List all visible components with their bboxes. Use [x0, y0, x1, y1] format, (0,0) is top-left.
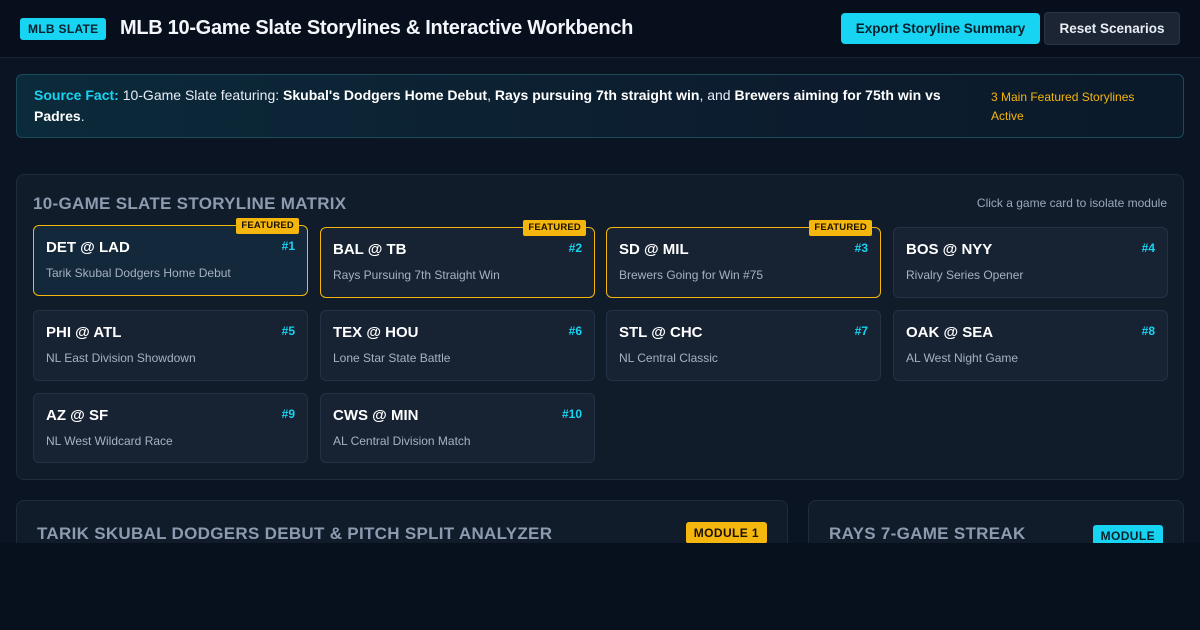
- game-storyline: Rays Pursuing 7th Straight Win: [333, 268, 500, 282]
- game-rank: #8: [1141, 324, 1155, 338]
- viewport: MLB SLATE MLB 10-Game Slate Storylines &…: [0, 0, 1200, 543]
- featured-tag: FEATURED: [809, 220, 872, 236]
- game-rank: #3: [854, 241, 868, 255]
- game-matchup: AZ @ SF: [46, 407, 109, 424]
- game-storyline: Brewers Going for Win #75: [619, 268, 764, 282]
- app-title: MLB 10-Game Slate Storylines & Interacti…: [120, 17, 634, 39]
- game-rank: #10: [561, 407, 582, 421]
- fact-separator: ,: [487, 87, 495, 103]
- source-fact-banner: Source Fact: 10-Game Slate featuring: Sk…: [16, 74, 1184, 138]
- game-storyline: Tarik Skubal Dodgers Home Debut: [46, 266, 231, 280]
- storyline-matrix-panel: 10-GAME SLATE STORYLINE MATRIX Click a g…: [16, 174, 1184, 480]
- matrix-title: 10-GAME SLATE STORYLINE MATRIX: [33, 194, 347, 213]
- matrix-hint: Click a game card to isolate module: [976, 196, 1167, 210]
- brand-badge: MLB SLATE: [20, 18, 107, 40]
- game-rank: #6: [568, 324, 582, 338]
- skubal-module-panel: TARIK SKUBAL DODGERS DEBUT & PITCH SPLIT…: [16, 500, 788, 543]
- game-card[interactable]: AZ @ SF #9 NL West Wildcard Race: [33, 393, 308, 463]
- storyline-skubal: Skubal's Dodgers Home Debut: [283, 87, 488, 103]
- game-matchup: OAK @ SEA: [906, 324, 994, 341]
- game-storyline: NL Central Classic: [619, 351, 718, 365]
- storyline-rays: Rays pursuing 7th straight win: [494, 87, 700, 103]
- export-summary-button[interactable]: Export Storyline Summary: [841, 13, 1040, 44]
- game-card[interactable]: BOS @ NYY #4 Rivalry Series Opener: [893, 227, 1168, 298]
- source-fact-label: Source Fact:: [34, 87, 119, 103]
- game-rank: #9: [281, 407, 295, 421]
- game-matchup: CWS @ MIN: [333, 407, 419, 424]
- game-card[interactable]: FEATURED DET @ LAD #1 Tarik Skubal Dodge…: [33, 218, 308, 296]
- game-card[interactable]: FEATURED SD @ MIL #3 Brewers Going for W…: [606, 220, 881, 298]
- game-matchup: BOS @ NYY: [906, 241, 993, 258]
- game-card[interactable]: CWS @ MIN #10 AL Central Division Match: [320, 393, 595, 463]
- game-card[interactable]: STL @ CHC #7 NL Central Classic: [606, 310, 881, 381]
- game-card[interactable]: OAK @ SEA #8 AL West Night Game: [893, 310, 1168, 381]
- game-storyline: NL East Division Showdown: [46, 351, 196, 365]
- game-matchup: DET @ LAD: [46, 239, 130, 256]
- game-rank: #4: [1141, 241, 1155, 255]
- source-fact-text: Source Fact: 10-Game Slate featuring: Sk…: [34, 85, 964, 127]
- source-fact-intro: 10-Game Slate featuring:: [118, 87, 284, 103]
- fact-separator: , and: [699, 87, 735, 103]
- featured-tag: FEATURED: [523, 220, 586, 236]
- game-matchup: PHI @ ATL: [46, 324, 122, 341]
- game-rank: #7: [854, 324, 868, 338]
- game-storyline: NL West Wildcard Race: [46, 434, 173, 448]
- fact-end: .: [80, 108, 85, 124]
- game-rank: #5: [281, 324, 295, 338]
- featured-tag: FEATURED: [236, 218, 299, 234]
- rays-module-panel: RAYS 7-GAME STREAK MODULE: [808, 500, 1184, 543]
- game-card[interactable]: PHI @ ATL #5 NL East Division Showdown: [33, 310, 308, 381]
- game-matchup: STL @ CHC: [619, 324, 703, 341]
- game-storyline: AL Central Division Match: [333, 434, 471, 448]
- module-title: TARIK SKUBAL DODGERS DEBUT & PITCH SPLIT…: [37, 524, 553, 543]
- game-rank: #1: [281, 239, 295, 253]
- featured-storylines-status: 3 Main Featured Storylines Active: [991, 90, 1135, 123]
- app-header: MLB SLATE MLB 10-Game Slate Storylines &…: [0, 0, 1200, 58]
- reset-scenarios-button[interactable]: Reset Scenarios: [1044, 12, 1180, 45]
- game-matchup: TEX @ HOU: [333, 324, 419, 341]
- module-badge: MODULE 1: [685, 522, 767, 543]
- module-badge: MODULE: [1092, 525, 1163, 543]
- game-storyline: AL West Night Game: [906, 351, 1019, 365]
- game-rank: #2: [568, 241, 582, 255]
- game-matchup: SD @ MIL: [619, 241, 689, 258]
- game-matchup: BAL @ TB: [333, 241, 407, 258]
- game-card[interactable]: TEX @ HOU #6 Lone Star State Battle: [320, 310, 595, 381]
- module-title: RAYS 7-GAME STREAK: [829, 524, 1026, 543]
- game-storyline: Lone Star State Battle: [333, 351, 451, 365]
- game-card[interactable]: FEATURED BAL @ TB #2 Rays Pursuing 7th S…: [320, 220, 595, 298]
- page: MLB SLATE MLB 10-Game Slate Storylines &…: [0, 0, 1200, 630]
- game-storyline: Rivalry Series Opener: [906, 268, 1024, 282]
